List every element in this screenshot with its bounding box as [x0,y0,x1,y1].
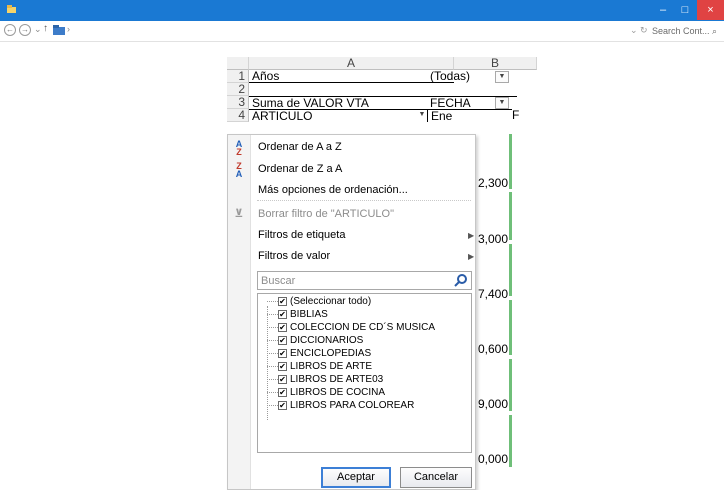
sort-z-a-item[interactable]: Ordenar de Z a A [258,163,342,175]
checkbox[interactable]: ✔ [278,323,287,332]
value-cell[interactable]: 3,000 [478,232,508,246]
value-bar [509,415,512,467]
tree-line [267,301,278,302]
tree-line [267,314,278,315]
checkbox[interactable]: ✔ [278,388,287,397]
close-button[interactable]: × [697,0,724,20]
submenu-arrow-icon: ▶ [468,252,475,261]
list-item-label: LIBROS DE ARTE03 [290,374,384,385]
filter-dropdown-anos[interactable]: ▼ [495,71,509,83]
list-item-label: LIBROS DE COCINA [290,387,386,398]
tree-line [267,366,278,367]
recent-locations-chevron-icon[interactable]: ⌄ [34,24,42,35]
checkbox[interactable]: ✔ [278,362,287,371]
refresh-icon[interactable]: ↻ [640,25,648,36]
tree-line [267,353,278,354]
cell-b4[interactable]: Ene [427,109,512,122]
checkbox[interactable]: ✔ [278,401,287,410]
sort-a-z-item[interactable]: Ordenar de A a Z [258,141,342,153]
list-item-label: LIBROS PARA COLOREAR [290,400,415,411]
list-item-label: LIBROS DE ARTE [290,361,373,372]
value-cell[interactable]: 9,000 [478,397,508,411]
value-cell[interactable]: 0,600 [478,342,508,356]
cancel-button[interactable]: Cancelar [400,467,472,488]
column-header-b[interactable]: B [454,57,537,70]
address-dropdown-icon[interactable]: ⌄ [630,25,638,36]
cell-a4[interactable]: ARTICULO [249,109,427,122]
cell-a3[interactable]: Suma de VALOR VTA [249,96,427,109]
search-input[interactable]: Search Cont... ⌕ [652,24,722,38]
checkbox[interactable]: ✔ [278,336,287,345]
filter-search-input[interactable]: Buscar [257,271,472,290]
label-filters-item[interactable]: Filtros de etiqueta [258,229,345,241]
forward-button[interactable]: → [19,24,31,36]
maximize-button[interactable]: □ [674,0,696,20]
cell-c4[interactable]: F [509,109,519,122]
up-button[interactable]: ↑ [43,23,48,34]
list-item-label: DICCIONARIOS [290,335,364,346]
value-bar [509,192,512,240]
list-item-label: COLECCION DE CD´S MUSICA [290,322,436,333]
back-button[interactable]: ← [4,24,16,36]
minimize-button[interactable]: – [652,0,674,20]
cell-a1[interactable]: Años [249,70,454,83]
search-icon [454,274,467,287]
clear-filter-item[interactable]: Borrar filtro de "ARTICULO" [258,208,394,220]
more-sort-options-item[interactable]: Más opciones de ordenación... [258,184,408,196]
value-bar [509,300,512,355]
value-cell[interactable]: 2,300 [478,176,508,190]
accept-button[interactable]: Aceptar [321,467,391,488]
breadcrumb-chevron-icon[interactable]: › [67,24,70,34]
menu-separator [257,200,471,201]
tree-line [267,327,278,328]
filter-checkbox-list: ✔ (Seleccionar todo) ✔ BIBLIAS ✔ COLECCI… [257,293,472,453]
filter-search-placeholder: Buscar [261,275,296,287]
value-bar [509,134,512,189]
list-item-label: BIBLIAS [290,309,328,320]
column-header-a[interactable]: A [249,57,454,70]
tree-line [267,379,278,380]
explorer-app-icon [7,5,16,13]
value-bar [509,359,512,411]
list-item-label: ENCICLOPEDIAS [290,348,372,359]
filter-dropdown-panel: AZ Ordenar de A a Z ZA Ordenar de Z a A … [227,134,476,490]
submenu-arrow-icon: ▶ [468,231,475,240]
tree-line [267,405,278,406]
checkbox[interactable]: ✔ [278,349,287,358]
value-cell[interactable]: 7,400 [478,287,508,301]
sort-descending-icon: ZA [235,161,243,179]
checkbox[interactable]: ✔ [278,375,287,384]
tree-line [267,340,278,341]
tree-line [267,306,268,420]
value-cell[interactable]: 0,000 [478,452,508,466]
window-titlebar: – □ × [0,0,724,21]
address-bar: ← → ⌄ ↑ › ⌄ ↻ Search Cont... ⌕ [0,21,724,42]
filter-dropdown-fecha[interactable]: ▼ [495,97,509,109]
value-bar [509,244,512,296]
clear-filter-icon: ⊻ [234,208,244,220]
location-folder-icon [53,25,65,35]
tree-line [267,392,278,393]
menu-icon-strip [228,135,251,489]
row-header-4[interactable]: 4 [227,109,249,122]
checkbox[interactable]: ✔ [278,310,287,319]
sort-ascending-icon: AZ [235,139,243,157]
values-column: 2,300 3,000 7,400 0,600 9,000 0,000 [476,134,512,490]
value-filters-item[interactable]: Filtros de valor [258,250,330,262]
list-item-label: (Seleccionar todo) [290,296,372,307]
checkbox[interactable]: ✔ [278,297,287,306]
